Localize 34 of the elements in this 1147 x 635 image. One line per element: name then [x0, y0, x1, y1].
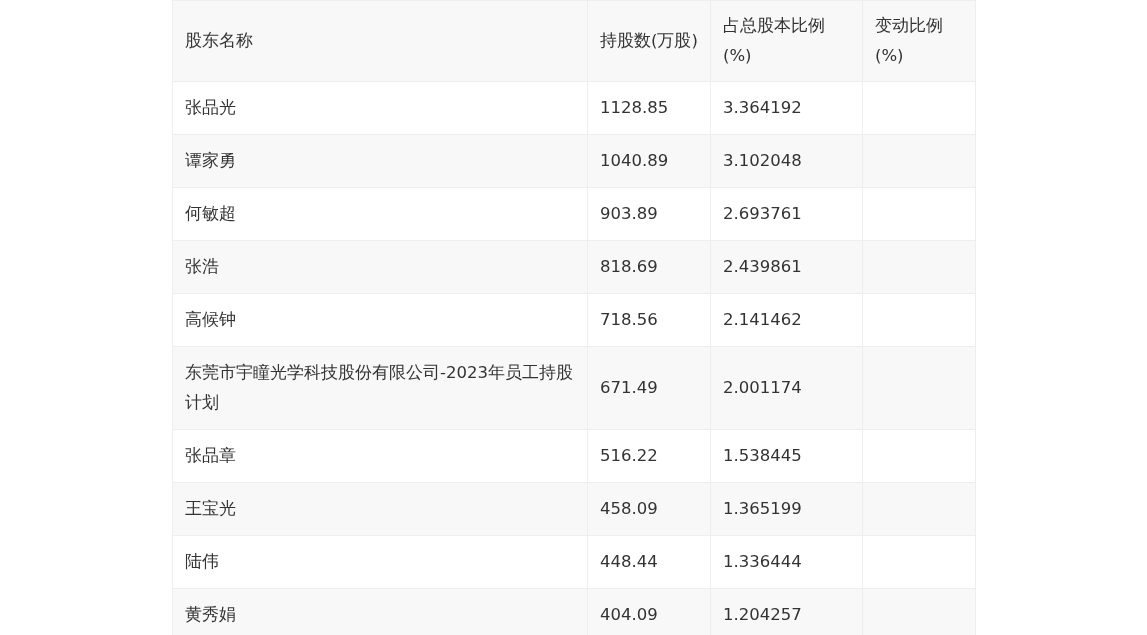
table-cell: 1128.85 — [587, 81, 711, 135]
column-header: 变动比例(%) — [862, 0, 976, 82]
table-cell: 404.09 — [587, 588, 711, 635]
table-cell: 3.364192 — [710, 81, 863, 135]
table-cell: 张品光 — [172, 81, 588, 135]
table-cell: 1.336444 — [710, 535, 863, 589]
table-cell: 1.365199 — [710, 482, 863, 536]
table-cell: 黄秀娟 — [172, 588, 588, 635]
table-cell: 3.102048 — [710, 134, 863, 188]
table-cell: 谭家勇 — [172, 134, 588, 188]
column-header: 持股数(万股) — [587, 0, 711, 82]
table-cell: 1.538445 — [710, 429, 863, 483]
table-cell: 张浩 — [172, 240, 588, 294]
table-cell: 516.22 — [587, 429, 711, 483]
table-cell: 458.09 — [587, 482, 711, 536]
table-cell: 818.69 — [587, 240, 711, 294]
column-header: 股东名称 — [172, 0, 588, 82]
table-cell: 2.693761 — [710, 187, 863, 241]
table-cell: 何敏超 — [172, 187, 588, 241]
table-cell: 张品章 — [172, 429, 588, 483]
column-header: 占总股本比例(%) — [710, 0, 863, 82]
table-cell: 高候钟 — [172, 293, 588, 347]
table-cell: 1.204257 — [710, 588, 863, 635]
table-cell: 2.001174 — [710, 346, 863, 430]
table-cell: 东莞市宇瞳光学科技股份有限公司-2023年员工持股计划 — [172, 346, 588, 430]
table-cell: 陆伟 — [172, 535, 588, 589]
table-cell: 王宝光 — [172, 482, 588, 536]
table-cell: 448.44 — [587, 535, 711, 589]
table-cell: 2.439861 — [710, 240, 863, 294]
table-cell: 2.141462 — [710, 293, 863, 347]
table-cell: 671.49 — [587, 346, 711, 430]
table-cell: 718.56 — [587, 293, 711, 347]
table-cell: 903.89 — [587, 187, 711, 241]
table-cell: 1040.89 — [587, 134, 711, 188]
